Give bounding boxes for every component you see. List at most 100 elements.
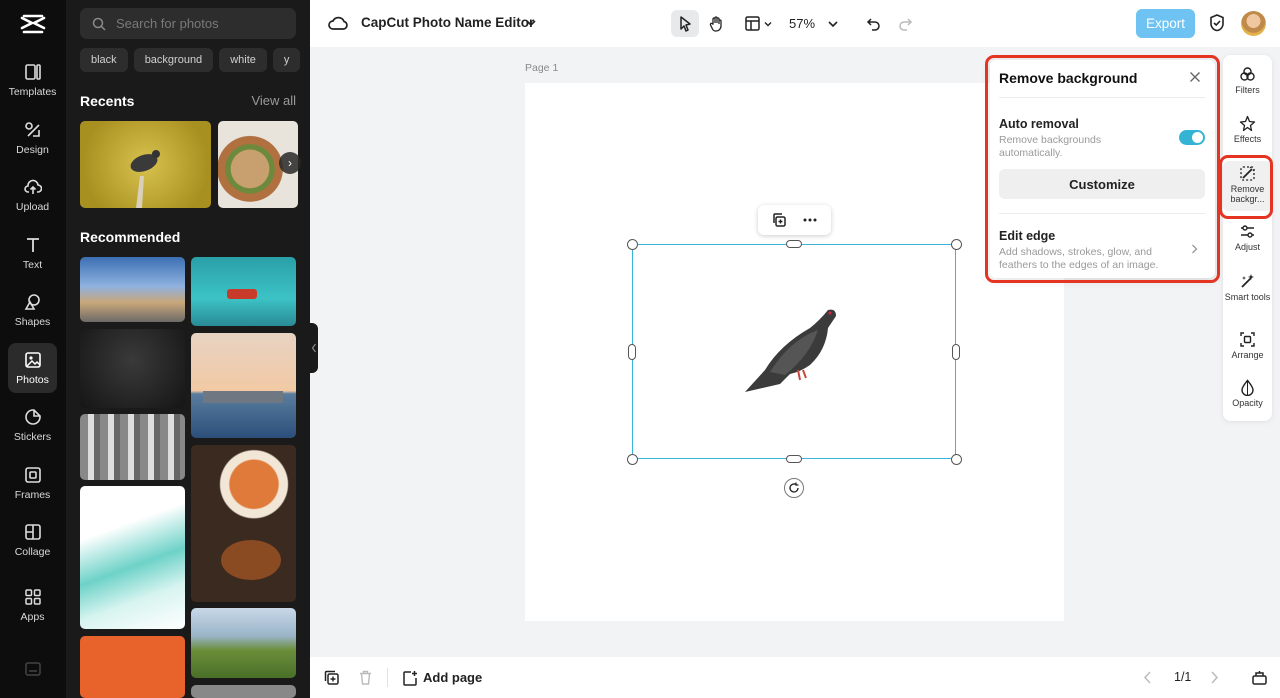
rail-item-upload[interactable]: Upload xyxy=(8,170,57,220)
tool-opacity[interactable]: Opacity xyxy=(1223,379,1272,409)
customize-button[interactable]: Customize xyxy=(999,169,1205,199)
keyboard-icon[interactable] xyxy=(25,662,41,676)
add-page-label: Add page xyxy=(423,670,483,685)
rail-item-design[interactable]: Design xyxy=(8,113,57,163)
tool-label: Adjust xyxy=(1234,242,1260,252)
frames-icon xyxy=(24,466,41,483)
chevron-right-icon[interactable] xyxy=(1188,243,1200,255)
resize-handle-left[interactable] xyxy=(628,344,636,360)
tool-label: Opacity xyxy=(1232,398,1263,408)
search-input[interactable] xyxy=(116,16,276,31)
recents-title: Recents xyxy=(80,93,135,109)
resize-handle-bottom-right[interactable] xyxy=(951,454,962,465)
remove-background-panel: Remove background Auto removal Remove ba… xyxy=(990,60,1215,278)
capcut-logo-icon[interactable] xyxy=(19,12,47,36)
photo-ramen[interactable] xyxy=(191,445,296,602)
resize-handle-top[interactable] xyxy=(786,240,802,248)
rail-item-frames[interactable]: Frames xyxy=(8,458,57,508)
resize-handle-bottom-left[interactable] xyxy=(627,454,638,465)
selection-box[interactable] xyxy=(632,244,956,459)
duplicate-icon[interactable] xyxy=(771,212,787,228)
top-bar: CapCut Photo Name Editor 57% Export xyxy=(310,0,1280,47)
cloud-save-icon[interactable] xyxy=(328,13,348,33)
photo-boat-sea[interactable] xyxy=(191,257,296,326)
left-rail: Templates Design Upload Text Shapes Phot… xyxy=(0,0,66,698)
rail-item-stickers[interactable]: Stickers xyxy=(8,400,57,450)
duplicate-page-icon[interactable] xyxy=(323,669,340,686)
undo-button[interactable] xyxy=(859,10,887,37)
photo-dark-texture[interactable] xyxy=(80,329,185,408)
previous-page-icon[interactable] xyxy=(1141,669,1155,686)
tool-label: Effects xyxy=(1233,134,1262,144)
hand-tool-button[interactable] xyxy=(702,10,730,37)
edit-edge-title[interactable]: Edit edge xyxy=(999,229,1055,243)
auto-removal-toggle[interactable] xyxy=(1179,130,1205,145)
tool-arrange[interactable]: Arrange xyxy=(1223,331,1272,361)
photo-city-skyline[interactable] xyxy=(80,257,185,322)
photo-gray[interactable] xyxy=(191,685,296,698)
rail-item-collage[interactable]: Collage xyxy=(8,515,57,565)
redo-icon xyxy=(898,18,912,31)
photo-nyc-skyline[interactable] xyxy=(191,333,296,438)
adjust-icon xyxy=(1241,225,1254,238)
chip-more[interactable]: y xyxy=(272,48,301,72)
view-all-link[interactable]: View all xyxy=(251,93,296,108)
close-icon[interactable] xyxy=(1187,69,1203,85)
trash-icon[interactable] xyxy=(357,669,374,686)
chip-black[interactable]: black xyxy=(80,48,128,72)
shield-icon[interactable] xyxy=(1207,13,1227,33)
photo-abstract-teal[interactable] xyxy=(80,486,185,629)
rail-item-apps[interactable]: Apps xyxy=(8,580,57,630)
auto-removal-title: Auto removal xyxy=(999,117,1079,131)
tool-filters[interactable]: Filters xyxy=(1223,66,1272,96)
document-title[interactable]: CapCut Photo Name Editor xyxy=(361,15,534,30)
zoom-level[interactable]: 57% xyxy=(789,16,815,31)
add-page-button[interactable]: Add page xyxy=(402,668,482,687)
recents-next-button[interactable]: › xyxy=(279,152,301,174)
recommended-title: Recommended xyxy=(80,229,181,245)
layout-menu-button[interactable] xyxy=(740,10,776,37)
rail-label: Photos xyxy=(16,373,49,386)
redo-button[interactable] xyxy=(891,10,919,37)
photo-landscape[interactable] xyxy=(191,608,296,678)
resize-handle-top-left[interactable] xyxy=(627,239,638,250)
rail-label: Upload xyxy=(15,200,50,213)
add-page-icon xyxy=(403,670,417,686)
chip-background[interactable]: background xyxy=(133,48,214,72)
photo-orange[interactable] xyxy=(80,636,185,698)
recent-photo-bird[interactable] xyxy=(80,121,211,208)
chip-white[interactable]: white xyxy=(219,48,267,72)
rotate-handle[interactable] xyxy=(784,478,804,498)
design-icon xyxy=(24,121,40,137)
export-button[interactable]: Export xyxy=(1136,9,1195,38)
rail-item-shapes[interactable]: Shapes xyxy=(8,285,57,335)
rail-item-photos[interactable]: Photos xyxy=(8,343,57,393)
rail-item-text[interactable]: Text xyxy=(8,228,57,278)
divider xyxy=(999,97,1205,98)
rail-item-templates[interactable]: Templates xyxy=(8,55,57,105)
next-page-icon[interactable] xyxy=(1207,669,1221,686)
resize-handle-top-right[interactable] xyxy=(951,239,962,250)
templates-icon xyxy=(24,63,41,80)
tool-remove-background[interactable]: Remove backgr... xyxy=(1223,161,1272,211)
tool-smart-tools[interactable]: Smart tools xyxy=(1223,273,1272,303)
resize-handle-right[interactable] xyxy=(952,344,960,360)
chevron-down-icon[interactable] xyxy=(525,17,537,29)
select-tool-button[interactable] xyxy=(671,10,699,37)
pages-panel-icon[interactable] xyxy=(1251,669,1268,686)
resize-handle-bottom[interactable] xyxy=(786,455,802,463)
zoom-chevron-icon[interactable] xyxy=(827,18,839,30)
tool-adjust[interactable]: Adjust xyxy=(1223,223,1272,253)
page-indicator: 1/1 xyxy=(1174,670,1192,684)
shapes-icon xyxy=(24,293,40,310)
photo-search-bar[interactable] xyxy=(80,8,296,39)
page-label: Page 1 xyxy=(525,62,559,74)
rail-label: Templates xyxy=(8,85,57,98)
more-options-icon[interactable] xyxy=(802,212,818,228)
panel-collapse-handle[interactable] xyxy=(310,323,318,373)
divider xyxy=(387,668,388,687)
user-avatar[interactable] xyxy=(1241,11,1266,36)
arrange-icon xyxy=(1240,332,1255,347)
photo-bottles[interactable] xyxy=(80,414,185,480)
tool-effects[interactable]: Effects xyxy=(1223,115,1272,145)
